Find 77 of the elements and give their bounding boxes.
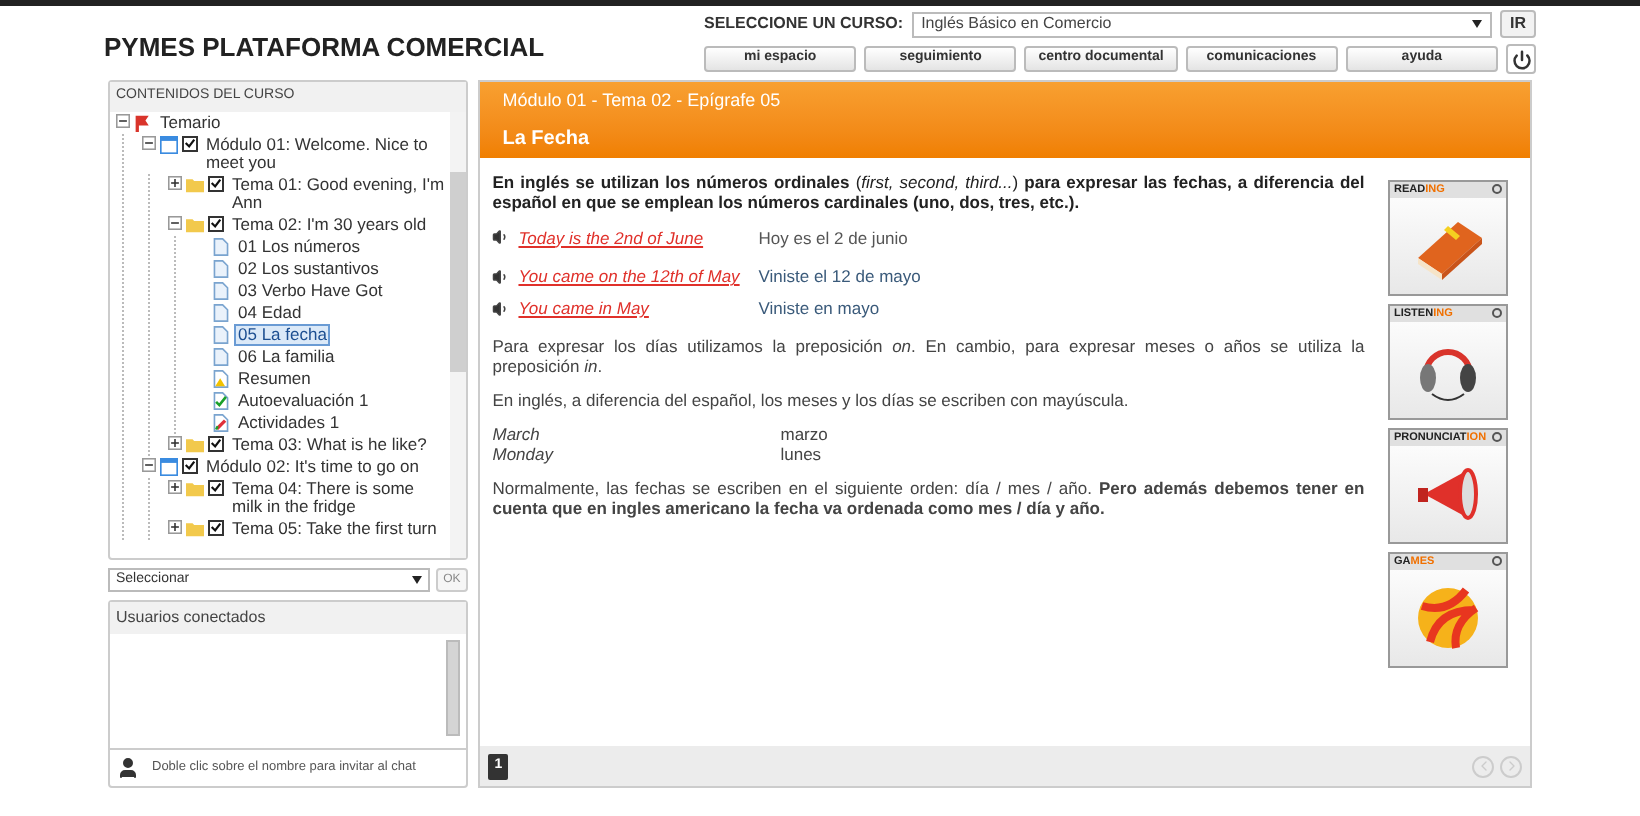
panel-title: Usuarios conectados [110,602,467,634]
scrollbar[interactable] [450,111,467,558]
collapse-icon[interactable] [142,135,156,149]
tree-item[interactable]: Autoevaluación 1 [234,389,373,411]
lesson-title: La Fecha [502,125,592,153]
folder-icon [186,479,204,497]
audio-link[interactable]: Today is the 2nd of June [518,225,759,251]
speaker-icon[interactable] [492,228,511,247]
translation: Viniste el 12 de mayo [758,264,921,290]
speaker-icon[interactable] [492,299,511,318]
tree-item[interactable]: Módulo 02: It's time to go on [202,455,424,477]
tree-item[interactable]: Módulo 01: Welcome. Nice to meet you [202,133,449,173]
speaker-icon[interactable] [492,268,511,287]
audio-link[interactable]: You came on the 12th of May [518,264,759,290]
tree-item[interactable]: Tema 05: Take the first turn [228,517,441,539]
checkbox[interactable] [208,479,224,495]
person-icon [116,756,140,780]
tree-item[interactable]: 01 Los números [234,235,364,257]
spanish-word: marzo [780,423,828,444]
tree-item[interactable]: Tema 03: What is he like? [228,433,431,455]
tree-item[interactable]: Tema 01: Good evening, I'm Ann [228,173,449,213]
info-icon [1492,184,1502,195]
folder-icon [186,175,204,193]
tree-item[interactable]: Resumen [234,367,315,389]
window-icon [160,135,178,153]
collapse-icon[interactable] [142,457,156,471]
tree-item[interactable]: Temario [156,111,225,133]
app-title: PYMES PLATAFORMA COMERCIAL [104,30,545,66]
tree-item[interactable]: 03 Verbo Have Got [234,279,387,301]
english-word: Monday [492,443,556,464]
expand-icon[interactable] [168,479,182,493]
spanish-word: lunes [780,443,822,464]
course-select[interactable]: Inglés Básico en Comercio [911,11,1492,37]
checkbox[interactable] [182,135,198,151]
tree-item[interactable]: 05 La fecha [234,323,331,345]
translation: Hoy es el 2 de junio [758,225,908,251]
collapse-icon[interactable] [116,113,130,127]
pencil-document-icon [212,413,230,431]
info-icon [1492,308,1502,319]
folder-icon [186,215,204,233]
folder-icon [186,435,204,453]
breadcrumb: Módulo 01 - Tema 02 - Epígrafe 05 [502,88,783,114]
tree-item[interactable]: 04 Edad [234,301,306,323]
paragraph: En inglés se utilizan los números ordinales (first, second, third...) para expresar las fechas, a diferencia del español en que se emplean los números cardinales (uno, dos, tres, etc.). [492,171,1365,211]
go-button[interactable]: IR [1500,10,1536,38]
checkbox[interactable] [208,215,224,231]
paragraph: Normalmente, las fechas se escriben en el siguiente orden: día / mes / año. Pero además debemos tener en cuenta que en ingles americano la fecha va ordenada como mes / día y año. [492,477,1365,518]
paragraph: En inglés, a diferencia del español, los meses y los días se escriben con mayúscula. [492,389,1131,410]
info-icon [1492,432,1502,443]
tree-item[interactable]: 02 Los sustantivos [234,257,383,279]
folder-icon [186,519,204,537]
expand-icon[interactable] [168,175,182,189]
tree-item[interactable]: Tema 04: There is some milk in the fridge [228,477,449,517]
course-label: SELECCIONE UN CURSO: [704,12,904,36]
caret-icon [411,576,422,584]
tree-item[interactable]: Actividades 1 [234,411,344,433]
expand-icon[interactable] [168,519,182,533]
scrollbar[interactable] [446,640,461,736]
audio-link[interactable]: You came in May [518,296,759,322]
translation: Viniste en mayo [758,296,880,322]
info-icon [1492,556,1502,567]
tree-item[interactable]: Tema 02: I'm 30 years old [228,213,431,235]
tree-item[interactable]: 06 La familia [234,345,339,367]
power-button[interactable] [1506,44,1537,74]
checkbox[interactable] [182,457,198,473]
collapse-icon[interactable] [168,215,182,229]
paragraph: Para expresar los días utilizamos la preposición on. En cambio, para expresar meses o años se utiliza la preposición in. [492,335,1365,376]
expand-icon[interactable] [168,435,182,449]
checkbox[interactable] [208,435,224,451]
flag-icon [134,113,152,131]
english-word: March [492,423,542,444]
document-icon [212,369,230,387]
checkbox[interactable] [208,175,224,191]
check-document-icon [212,391,230,409]
caret-icon [1472,20,1482,28]
checkbox[interactable] [208,519,224,535]
window-icon [160,457,178,475]
